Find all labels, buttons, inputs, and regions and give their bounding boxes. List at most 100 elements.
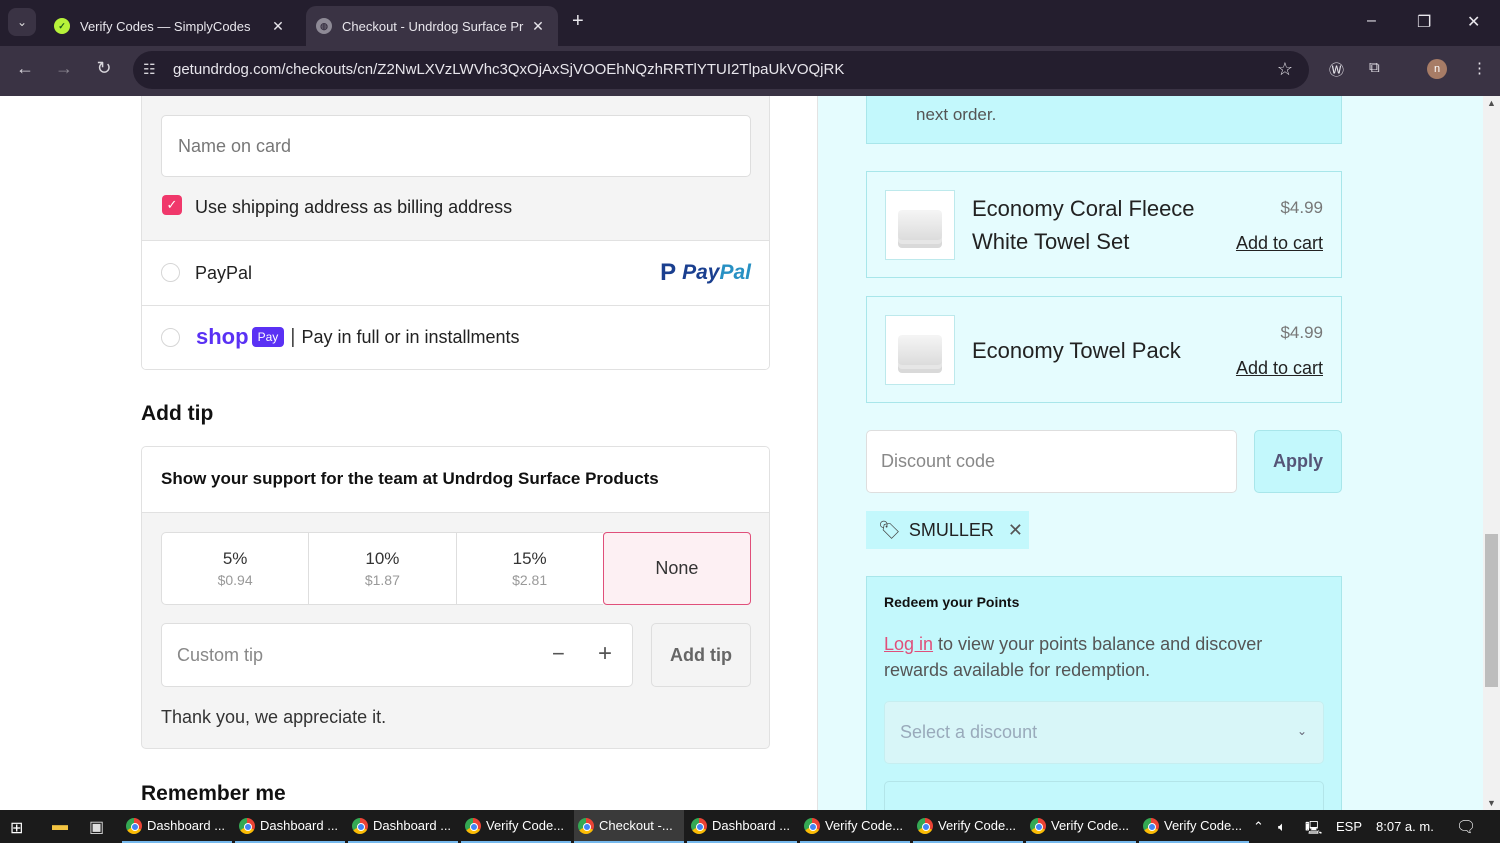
taskbar-app-button[interactable]: Verify Code... [1139,810,1249,843]
tip-amount: $1.87 [364,572,400,588]
site-settings-icon[interactable]: ☷ [143,61,156,78]
paypal-logo-pal: Pal [719,261,751,284]
add-tip-button[interactable]: Add tip [651,623,751,687]
tab-verify-codes[interactable]: ✓ Verify Codes — SimplyCodes ✕ [44,6,298,46]
increment-tip-button[interactable]: + [598,640,612,668]
taskbar-app-label: Dashboard ... [147,818,226,833]
address-bar[interactable]: ☷ getundrdog.com/checkouts/cn/Z2NwLXVzLW… [133,51,1309,89]
add-to-cart-link[interactable]: Add to cart [1236,358,1323,379]
tip-percent: 10% [365,549,400,568]
reload-icon[interactable]: ↻ [92,58,116,79]
clock[interactable]: 8:07 a. m. [1376,819,1434,834]
tip-amount: $0.94 [217,572,253,588]
tab-title: Checkout - Undrdog Surface Pr [342,18,524,34]
product-thumbnail [885,190,955,260]
tip-option-10[interactable]: 10% $1.87 [308,532,456,605]
shop-pay-label: Pay in full or in installments [301,326,520,347]
taskbar-app-label: Verify Code... [1051,818,1130,833]
file-explorer-icon[interactable]: ▬ [52,817,68,835]
extension-w-icon[interactable]: Ⓦ [1329,59,1344,80]
taskbar-app-button[interactable]: Verify Code... [800,810,910,843]
windows-start-icon[interactable]: ⊞ [10,818,23,838]
taskbar-app-button[interactable]: Dashboard ... [235,810,345,843]
paypal-radio[interactable] [161,263,180,282]
notifications-icon[interactable]: 🗨︎ [1456,817,1476,837]
page-scrollbar[interactable]: ▲ ▼ [1483,96,1500,810]
forward-icon[interactable]: → [52,58,76,79]
taskbar-app-button[interactable]: Dashboard ... [122,810,232,843]
shop-pay-radio[interactable] [161,328,180,347]
payment-option-shop-pay[interactable]: shop Pay | Pay in full or in installment… [142,305,769,369]
language-indicator[interactable]: ESP [1336,819,1362,834]
profile-avatar[interactable]: n [1427,59,1447,79]
minimize-button[interactable]: – [1367,12,1376,30]
taskbar-app-button[interactable]: Checkout -... [574,810,684,843]
apply-discount-button[interactable]: Apply [1254,430,1342,493]
taskbar-app-button[interactable]: Verify Code... [913,810,1023,843]
taskbar-app-button[interactable]: Verify Code... [1026,810,1136,843]
url-text[interactable]: getundrdog.com/checkouts/cn/Z2NwLXVzLWVh… [173,61,844,78]
tip-section: Show your support for the team at Undrdo… [141,446,770,749]
bookmark-star-icon[interactable]: ☆ [1277,59,1293,80]
page-viewport: Name on card ✓ Use shipping address as b… [0,96,1500,810]
close-tab-icon[interactable]: ✕ [528,18,548,35]
scroll-down-arrow-icon[interactable]: ▼ [1487,798,1496,808]
payment-option-paypal[interactable]: PayPal P Pay Pal [142,241,769,305]
add-to-cart-link[interactable]: Add to cart [1236,233,1323,254]
browser-toolbar: ← → ↻ ☷ getundrdog.com/checkouts/cn/Z2Nw… [0,46,1500,96]
product-name: Economy Towel Pack [972,338,1181,363]
scroll-up-arrow-icon[interactable]: ▲ [1487,98,1496,108]
tab-checkout[interactable]: ◍ Checkout - Undrdog Surface Pr ✕ [306,6,558,46]
upsell-item: Economy Towel Pack $4.99 Add to cart [866,296,1342,403]
tip-percent: 15% [512,549,547,568]
tray-overflow-icon[interactable]: ⌃ [1253,819,1264,835]
chrome-icon [578,817,594,834]
microsoft-store-icon[interactable]: ▣ [89,817,104,837]
tab-search-button[interactable]: ⌄ [8,8,36,36]
discount-code-input[interactable]: Discount code [866,430,1237,493]
extensions-puzzle-icon[interactable]: ⧉ [1369,59,1380,76]
select-discount-placeholder: Select a discount [900,722,1038,742]
taskbar-app-label: Dashboard ... [712,818,791,833]
tip-thanks-text: Thank you, we appreciate it. [161,707,387,727]
close-tab-icon[interactable]: ✕ [268,18,288,35]
tip-option-15[interactable]: 15% $2.81 [455,532,603,605]
billing-address-label[interactable]: Use shipping address as billing address [195,197,512,218]
billing-address-checkbox[interactable]: ✓ [162,195,182,215]
remove-discount-icon[interactable]: ✕ [1008,520,1023,541]
chrome-icon [1143,817,1159,834]
towel-image [898,335,942,365]
paypal-p-icon: P [660,259,677,286]
tip-percent: 5% [222,549,248,568]
close-window-button[interactable]: ✕ [1467,12,1480,32]
menu-kebab-icon[interactable]: ⋮ [1472,59,1487,77]
chrome-icon [352,817,368,834]
product-price: $4.99 [1280,323,1323,342]
points-secondary-field[interactable] [884,781,1324,810]
taskbar-app-label: Verify Code... [938,818,1017,833]
tip-option-5[interactable]: 5% $0.94 [161,532,309,605]
taskbar-app-label: Checkout -... [599,818,673,833]
tip-options: 5% $0.94 10% $1.87 15% $2.81 None [161,532,751,605]
tip-option-none[interactable]: None [602,532,751,605]
login-link[interactable]: Log in [884,634,933,654]
network-icon[interactable]: 🖳︎ [1305,819,1322,841]
scrollbar-thumb[interactable] [1485,534,1498,687]
name-on-card-input[interactable]: Name on card [161,115,751,177]
taskbar-app-button[interactable]: Dashboard ... [348,810,458,843]
decrement-tip-button[interactable]: − [552,641,565,667]
taskbar-app-button[interactable]: Dashboard ... [687,810,797,843]
checkout-main: Name on card ✓ Use shipping address as b… [0,96,818,810]
points-description-text: to view your points balance and discover… [884,634,1263,680]
volume-icon[interactable]: 🔈︎ [1278,819,1286,835]
towel-image [898,210,942,240]
restore-button[interactable]: ❐ [1417,12,1431,32]
select-discount-dropdown[interactable]: Select a discount ⌄ [884,701,1324,764]
new-tab-button[interactable]: + [572,10,584,33]
upsell-item: Economy Coral Fleece White Towel Set $4.… [866,171,1342,278]
custom-tip-input[interactable]: Custom tip − + [161,623,633,687]
taskbar-app-button[interactable]: Verify Code... [461,810,571,843]
back-icon[interactable]: ← [13,58,37,79]
tab-title: Verify Codes — SimplyCodes [80,18,251,34]
shop-wordmark: shop [196,324,249,349]
